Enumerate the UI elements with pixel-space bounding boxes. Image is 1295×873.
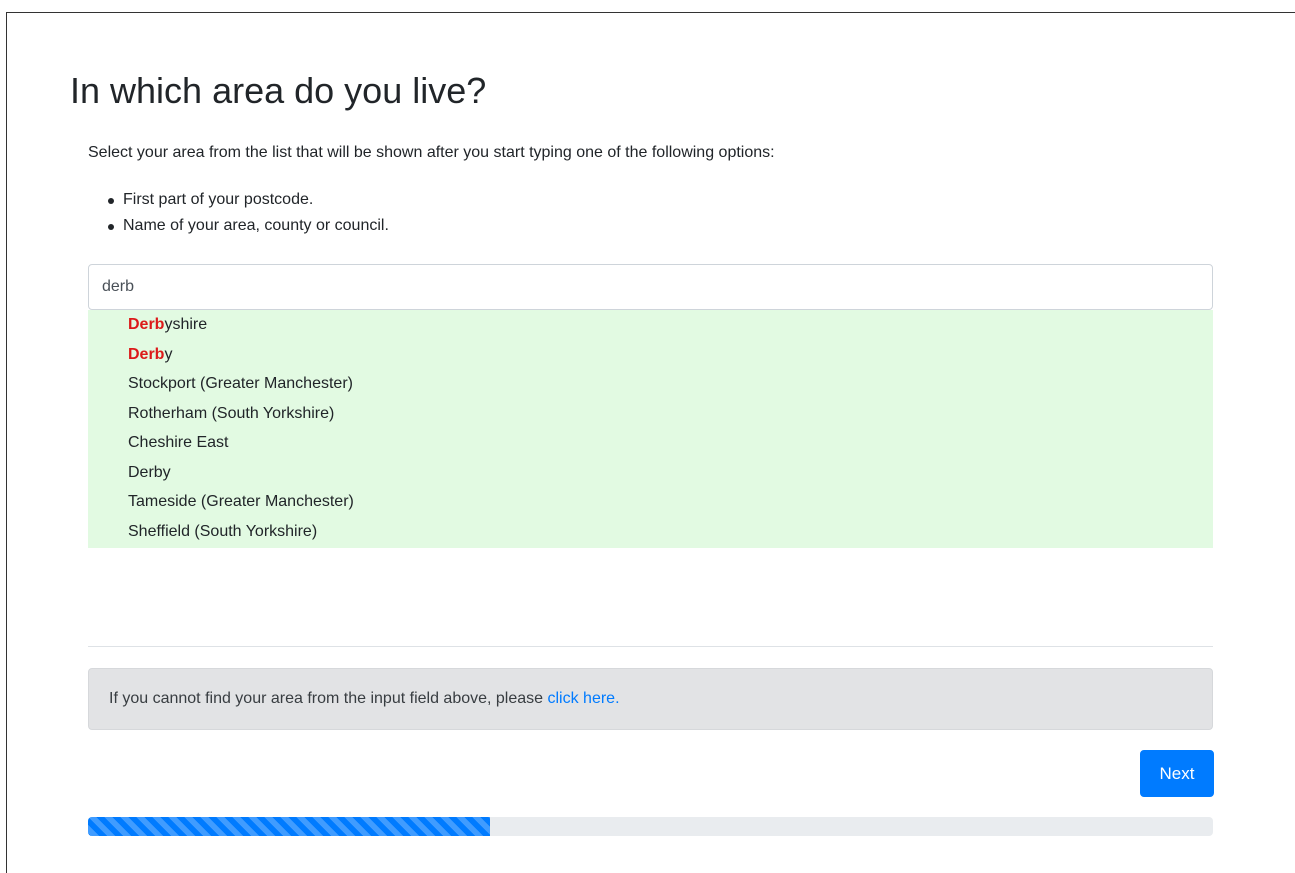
intro-text: Select your area from the list that will… bbox=[88, 144, 775, 161]
suggestion-match: Derb bbox=[128, 316, 165, 333]
section-divider bbox=[88, 646, 1213, 647]
suggestion-item[interactable]: Stockport (Greater Manchester) bbox=[88, 372, 1213, 402]
suggestion-item[interactable]: Tameside (Greater Manchester) bbox=[88, 490, 1213, 520]
options-list: First part of your postcode. Name of you… bbox=[88, 190, 389, 242]
bullet-icon bbox=[108, 198, 114, 204]
help-notice: If you cannot find your area from the in… bbox=[88, 668, 1213, 730]
suggestion-rest: Sheffield (South Yorkshire) bbox=[128, 522, 318, 540]
next-button[interactable]: Next bbox=[1140, 750, 1214, 797]
bullet-icon bbox=[108, 224, 114, 230]
suggestion-item[interactable]: Derby bbox=[88, 461, 1213, 491]
suggestion-rest: yshire bbox=[164, 316, 208, 333]
option-text: Name of your area, county or council. bbox=[123, 217, 389, 234]
suggestion-rest: Rotherham (South Yorkshire) bbox=[128, 404, 335, 422]
option-text: First part of your postcode. bbox=[123, 191, 314, 208]
suggestion-item[interactable]: Rotherham (South Yorkshire) bbox=[88, 402, 1213, 432]
suggestion-item[interactable]: Sheffield (South Yorkshire) bbox=[88, 520, 1213, 550]
suggestion-match: Derb bbox=[128, 345, 165, 363]
option-item-postcode: First part of your postcode. bbox=[88, 190, 389, 211]
suggestion-item[interactable]: Cheshire East bbox=[88, 431, 1213, 461]
notice-text: If you cannot find your area from the in… bbox=[109, 690, 548, 707]
suggestion-rest: y bbox=[164, 345, 173, 363]
suggestion-list: Derbyshire Derby Stockport (Greater Manc… bbox=[88, 310, 1213, 548]
suggestion-item[interactable]: Derby bbox=[88, 343, 1213, 373]
click-here-link[interactable]: click here. bbox=[548, 690, 620, 707]
suggestion-rest: Derby bbox=[128, 463, 171, 481]
area-search-input[interactable] bbox=[88, 264, 1213, 310]
page-frame: In which area do you live? Select your a… bbox=[6, 12, 1295, 873]
page-title: In which area do you live? bbox=[70, 70, 487, 111]
suggestion-item[interactable]: Derbyshire bbox=[88, 313, 1213, 343]
suggestion-rest: Tameside (Greater Manchester) bbox=[128, 493, 354, 510]
suggestion-rest: Stockport (Greater Manchester) bbox=[128, 375, 353, 392]
progress-track bbox=[88, 817, 1213, 836]
option-item-area-name: Name of your area, county or council. bbox=[88, 216, 389, 237]
progress-bar bbox=[88, 817, 490, 836]
suggestion-rest: Cheshire East bbox=[128, 434, 229, 451]
